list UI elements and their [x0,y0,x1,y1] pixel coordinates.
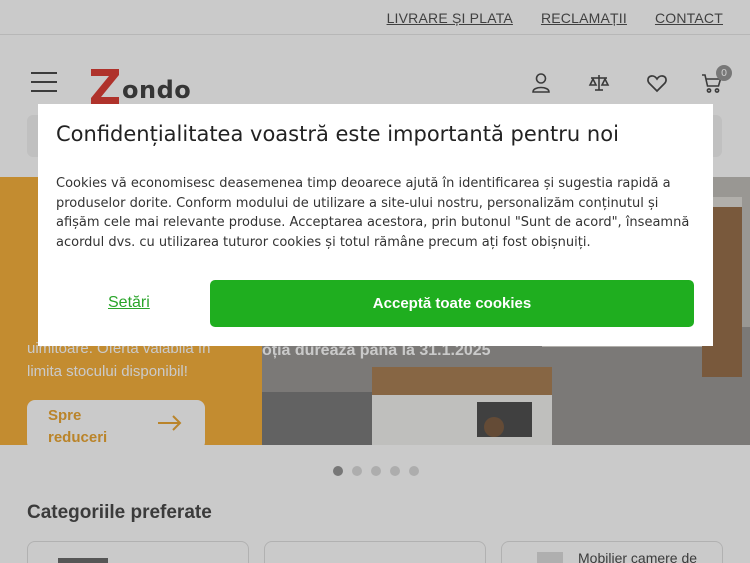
accept-all-cookies-button[interactable]: Acceptă toate cookies [210,280,694,327]
cookie-consent-modal: Confidențialitatea voastră este importan… [38,104,713,346]
cookie-settings-link[interactable]: Setări [108,294,150,312]
modal-title: Confidențialitatea voastră este importan… [56,122,619,146]
modal-body-text: Cookies vă economisesc deasemenea timp d… [56,176,690,250]
